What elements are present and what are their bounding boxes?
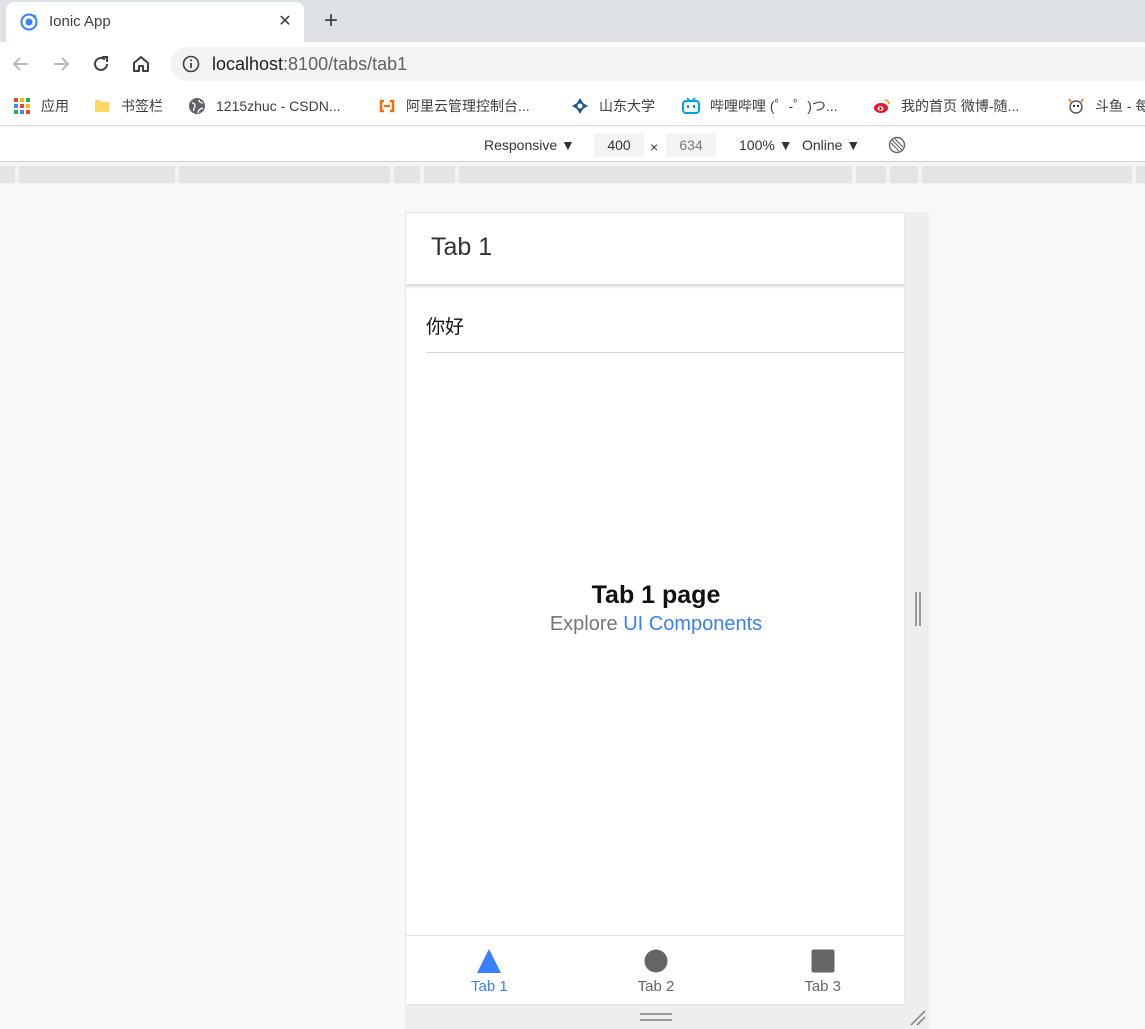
tab-bar: Tab 1 Tab 2 Tab 3 [406, 935, 904, 1004]
new-tab-button[interactable]: + [318, 8, 344, 34]
ruler-segment[interactable] [19, 166, 175, 183]
resize-corner-icon[interactable] [909, 1009, 927, 1027]
device-toolbar: Responsive ▼ 400 × 634 100% ▼ Online ▼ [0, 128, 1145, 162]
url-text: localhost:8100/tabs/tab1 [212, 54, 408, 74]
bookmark-csdn[interactable]: 1215zhuc - CSDN... [188, 96, 341, 116]
width-input[interactable]: 400 [594, 133, 644, 157]
reload-button[interactable] [89, 52, 113, 76]
ruler-segment[interactable] [856, 166, 886, 183]
reload-icon [94, 56, 108, 71]
bookmark-label: 斗鱼 - 每 [1095, 98, 1145, 114]
tab-label: Tab 3 [804, 978, 842, 995]
back-button[interactable] [9, 52, 33, 76]
ruler-segment[interactable] [890, 166, 918, 183]
grip-icon [640, 1013, 672, 1021]
tab-title: Ionic App [49, 13, 111, 30]
rotate-icon[interactable] [888, 136, 906, 154]
bookmark-label: 书签栏 [121, 98, 163, 114]
app-header: Tab 1 [406, 213, 904, 284]
list-item[interactable]: 你好 [426, 290, 904, 353]
bookmarks-bar: 应用 书签栏 1215zhuc - CSDN... 阿里云管理控制台... 山东… [0, 86, 1145, 126]
ruler-segment[interactable] [922, 166, 1132, 183]
bookmark-sdu[interactable]: 山东大学 [571, 96, 655, 116]
tab-button-tab3[interactable]: Tab 3 [739, 936, 904, 1004]
close-tab-icon[interactable]: ✕ [274, 11, 296, 33]
page-title: Tab 1 [431, 233, 493, 261]
ruler-segment[interactable] [179, 166, 390, 183]
bookmark-label: 阿里云管理控制台... [406, 98, 530, 114]
triangle-icon [477, 949, 502, 973]
bookmark-weibo[interactable]: 我的首页 微博-随... [873, 96, 1019, 116]
height-input[interactable]: 634 [666, 133, 716, 157]
tab-label: Tab 2 [637, 978, 675, 995]
dimension-separator: × [650, 139, 659, 155]
device-select[interactable]: Responsive ▼ [484, 137, 575, 153]
ionic-logo-icon [20, 13, 38, 31]
bookmark-bilibili[interactable]: 哔哩哔哩 (゜-゜)つ... [682, 96, 838, 116]
tab-button-tab2[interactable]: Tab 2 [573, 936, 740, 1004]
throttle-select[interactable]: Online ▼ [802, 137, 860, 153]
tab-button-tab1[interactable]: Tab 1 [406, 936, 573, 1004]
browser-toolbar: localhost:8100/tabs/tab1 [0, 42, 1145, 86]
address-bar[interactable]: localhost:8100/tabs/tab1 [170, 47, 1145, 81]
folder-icon [95, 100, 109, 112]
browser-tab[interactable]: Ionic App ✕ [6, 2, 304, 42]
ruler-segment[interactable] [394, 166, 420, 183]
bookmark-apps[interactable]: 应用 [13, 96, 69, 116]
list-item-label: 你好 [426, 317, 465, 338]
ellipse-icon [644, 949, 668, 973]
bookmark-folder[interactable]: 书签栏 [93, 96, 163, 116]
sdu-logo-icon [572, 98, 588, 114]
home-icon [133, 56, 149, 72]
tab-label: Tab 1 [470, 978, 508, 995]
weibo-icon [874, 99, 890, 113]
explore-container: Tab 1 page Explore UI Components [406, 579, 904, 637]
ui-components-link[interactable]: UI Components [623, 613, 762, 635]
bookmark-douyu[interactable]: 斗鱼 - 每 [1067, 96, 1145, 116]
douyu-icon [1068, 98, 1084, 114]
square-icon [811, 949, 835, 973]
grip-icon [915, 592, 921, 626]
arrow-left-icon [12, 57, 28, 71]
arrow-right-icon [54, 57, 70, 71]
apps-grid-icon [14, 98, 30, 114]
bookmark-aliyun[interactable]: 阿里云管理控制台... [378, 96, 530, 116]
device-viewport: Tab 1 你好 Tab 1 page Explore UI Component… [405, 212, 905, 1005]
forward-button[interactable] [49, 52, 73, 76]
globe-icon [189, 98, 205, 114]
bookmark-label: 我的首页 微博-随... [901, 98, 1020, 114]
height-resize-handle[interactable] [405, 1005, 929, 1029]
bilibili-icon [682, 97, 700, 114]
bookmark-label: 1215zhuc - CSDN... [216, 98, 341, 114]
explore-text: Explore UI Components [549, 613, 763, 635]
info-icon[interactable] [182, 55, 200, 73]
tab-strip: Ionic App ✕ + [0, 0, 1145, 42]
container-title: Tab 1 page [591, 581, 721, 609]
ruler-segment[interactable] [459, 166, 852, 183]
ruler-segment[interactable] [0, 166, 15, 183]
zoom-select[interactable]: 100% ▼ [739, 137, 793, 153]
bookmark-label: 应用 [41, 98, 69, 114]
ruler-segment[interactable] [424, 166, 455, 183]
ruler-segment[interactable] [1136, 166, 1145, 183]
aliyun-icon [379, 99, 395, 113]
home-button[interactable] [129, 52, 153, 76]
bookmark-label: 哔哩哔哩 (゜-゜)つ... [710, 98, 838, 114]
media-query-ruler [0, 163, 1145, 184]
width-resize-handle[interactable] [905, 212, 929, 1005]
bookmark-label: 山东大学 [599, 98, 655, 114]
